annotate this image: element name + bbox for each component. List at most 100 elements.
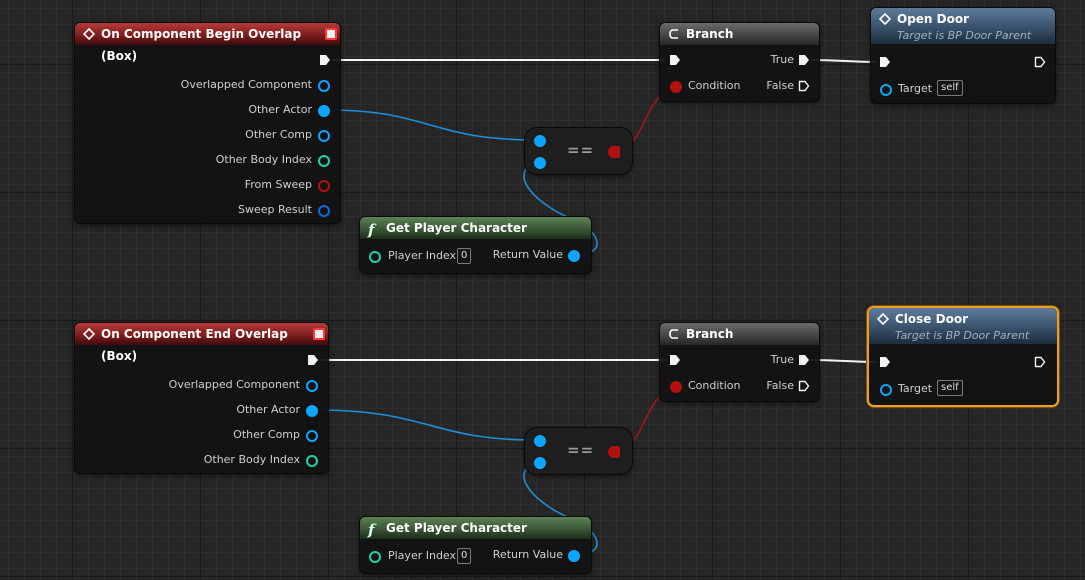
condition-label: Condition [688,79,741,92]
other-body-index-pin[interactable] [306,455,318,467]
object-wire [326,109,537,141]
pin-label-sweep-result: Sweep Result [238,203,312,216]
node-header[interactable]: Branch [660,23,819,45]
exec-output-pin[interactable] [1034,56,1046,68]
node-header[interactable]: Open Door Target is BP Door Parent [871,8,1055,44]
equal-symbol: == [567,441,595,459]
branch-icon [669,329,678,339]
player-index-pin[interactable] [369,251,381,263]
equal-object-node[interactable]: == [525,128,632,174]
node-header[interactable]: Branch [660,323,819,345]
exec-wire [809,359,878,363]
object-wire [314,409,537,441]
call-function-icon [879,13,891,25]
other-actor-pin[interactable] [306,405,318,417]
branch-node[interactable]: Branch True Condition False [660,23,819,101]
equal-input-b-pin[interactable] [534,457,546,469]
pin-label-other-comp: Other Comp [233,428,300,441]
target-pin[interactable] [880,84,892,96]
player-index-pin[interactable] [369,551,381,563]
close-door-call-node[interactable]: Close Door Target is BP Door Parent Targ… [869,308,1057,405]
event-diamond-icon [83,328,95,340]
branch-node[interactable]: Branch True Condition False [660,323,819,401]
open-door-call-node[interactable]: Open Door Target is BP Door Parent Targe… [871,8,1055,103]
player-index-input[interactable]: 0 [457,248,472,264]
sweep-result-pin[interactable] [318,205,330,217]
pin-label-other-actor: Other Actor [248,103,312,116]
node-subtitle: Target is BP Door Parent [895,329,1030,342]
exec-input-pin[interactable] [879,356,891,368]
node-header[interactable]: Close Door Target is BP Door Parent [869,308,1057,344]
other-actor-pin[interactable] [318,105,330,117]
function-icon: f [368,521,375,539]
node-title: Close Door [895,312,968,326]
pin-label-overlapped-component: Overlapped Component [168,378,300,391]
equal-input-a-pin[interactable] [534,135,546,147]
node-header[interactable]: On Component Begin Overlap (Box) [75,23,340,63]
get-player-character-node[interactable]: f Get Player Character Player Index 0 Re… [360,217,591,273]
node-subtitle: Target is BP Door Parent [897,29,1032,42]
other-body-index-pin[interactable] [318,155,330,167]
condition-label: Condition [688,379,741,392]
equal-object-node[interactable]: == [525,428,632,474]
node-title: Open Door [897,12,970,26]
pin-label-other-comp: Other Comp [245,128,312,141]
true-label: True [770,353,794,366]
overlapped-component-pin[interactable] [306,380,318,392]
call-function-icon [877,313,889,325]
pin-label-from-sweep: From Sweep [244,178,312,191]
target-input[interactable]: self [937,380,963,396]
false-exec-pin[interactable] [798,380,810,392]
pin-label-other-body-index: Other Body Index [215,153,312,166]
exec-output-pin[interactable] [1034,356,1046,368]
node-title: Branch [686,27,734,41]
false-label: False [766,79,794,92]
exec-input-pin[interactable] [879,56,891,68]
exec-output-pin[interactable] [319,54,331,66]
equal-input-a-pin[interactable] [534,435,546,447]
node-header[interactable]: f Get Player Character [360,517,591,539]
get-player-character-node[interactable]: f Get Player Character Player Index 0 Re… [360,517,591,573]
equal-input-b-pin[interactable] [534,157,546,169]
player-index-label: Player Index [388,249,457,262]
delegate-output-pin[interactable] [313,328,325,340]
pin-label-other-actor: Other Actor [236,403,300,416]
target-pin[interactable] [880,384,892,396]
event-diamond-icon [83,28,95,40]
equal-output-pin[interactable] [608,446,620,458]
condition-pin[interactable] [670,381,682,393]
target-input[interactable]: self [937,80,963,96]
node-title: Get Player Character [386,521,527,535]
from-sweep-pin[interactable] [318,180,330,192]
node-header[interactable]: On Component End Overlap (Box) [75,323,328,363]
node-title: On Component Begin Overlap (Box) [101,27,302,63]
other-comp-pin[interactable] [318,130,330,142]
delegate-output-pin[interactable] [325,28,337,40]
node-header[interactable]: f Get Player Character [360,217,591,239]
condition-pin[interactable] [670,81,682,93]
exec-wire [809,59,878,63]
player-index-label: Player Index [388,549,457,562]
function-icon: f [368,221,375,239]
false-label: False [766,379,794,392]
return-value-pin[interactable] [568,550,580,562]
pin-label-overlapped-component: Overlapped Component [180,78,312,91]
false-exec-pin[interactable] [798,80,810,92]
exec-output-pin[interactable] [307,354,319,366]
begin-overlap-event-node[interactable]: On Component Begin Overlap (Box) Overlap… [75,23,340,223]
equal-symbol: == [567,141,595,159]
true-exec-pin[interactable] [798,54,810,66]
exec-input-pin[interactable] [669,354,681,366]
end-overlap-event-node[interactable]: On Component End Overlap (Box) Overlappe… [75,323,328,473]
player-index-input[interactable]: 0 [457,548,472,564]
exec-input-pin[interactable] [669,54,681,66]
true-exec-pin[interactable] [798,354,810,366]
overlapped-component-pin[interactable] [318,80,330,92]
pin-label-other-body-index: Other Body Index [203,453,300,466]
return-value-pin[interactable] [568,250,580,262]
return-value-label: Return Value [492,248,563,261]
other-comp-pin[interactable] [306,430,318,442]
branch-icon [669,29,678,39]
equal-output-pin[interactable] [608,146,620,158]
target-label: Target [898,82,933,95]
